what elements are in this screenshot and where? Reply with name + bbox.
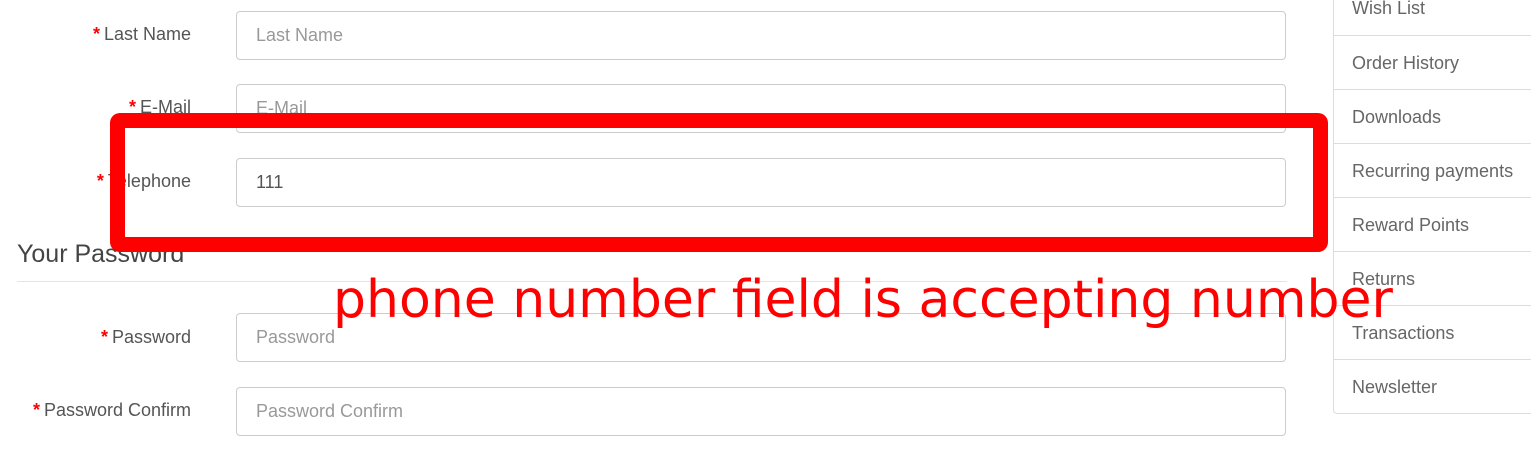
account-sidebar: Wish List Order History Downloads Recurr… (1333, 0, 1531, 414)
email-input[interactable] (236, 84, 1286, 133)
email-label: * E-Mail (129, 97, 191, 118)
email-label-text: E-Mail (139, 97, 191, 117)
required-marker: * (92, 24, 100, 44)
required-marker: * (128, 97, 136, 117)
sidebar-item-order-history[interactable]: Order History (1334, 35, 1531, 89)
sidebar-item-newsletter[interactable]: Newsletter (1334, 359, 1531, 413)
password-label-text: Password (111, 327, 191, 347)
required-marker: * (100, 327, 108, 347)
password-confirm-label-text: Password Confirm (43, 400, 191, 420)
telephone-label: * Telephone (97, 171, 191, 192)
sidebar-item-returns[interactable]: Returns (1334, 251, 1531, 305)
password-section-title: Your Password (17, 240, 185, 268)
required-marker: * (32, 400, 40, 420)
sidebar-item-wish-list[interactable]: Wish List (1334, 0, 1531, 35)
password-label: * Password (101, 327, 191, 348)
required-marker: * (96, 171, 104, 191)
last-name-input[interactable] (236, 11, 1286, 60)
password-confirm-label: * Password Confirm (33, 400, 191, 421)
password-confirm-input[interactable] (236, 387, 1286, 436)
password-input[interactable] (236, 313, 1286, 362)
telephone-label-text: Telephone (107, 171, 191, 191)
sidebar-item-recurring-payments[interactable]: Recurring payments (1334, 143, 1531, 197)
telephone-input[interactable] (236, 158, 1286, 207)
sidebar-item-downloads[interactable]: Downloads (1334, 89, 1531, 143)
last-name-label-text: Last Name (103, 24, 191, 44)
sidebar-item-reward-points[interactable]: Reward Points (1334, 197, 1531, 251)
sidebar-item-transactions[interactable]: Transactions (1334, 305, 1531, 359)
registration-page: *Last Name *E-Mail *Telephone Your Passw… (0, 0, 1531, 452)
section-divider (17, 281, 1287, 282)
last-name-label: * Last Name (93, 24, 191, 45)
